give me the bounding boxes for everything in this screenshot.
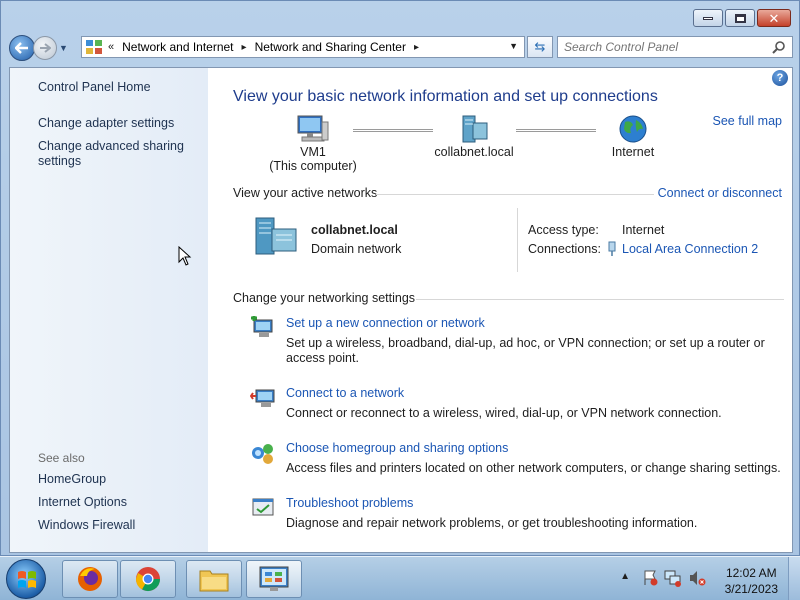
map-node-internet[interactable]: Internet — [583, 114, 683, 159]
show-hidden-icons-button[interactable]: ▲ — [620, 571, 630, 582]
troubleshoot-icon — [252, 498, 274, 516]
help-button[interactable]: ? — [772, 70, 788, 86]
sidebar-change-advanced-sharing-settings[interactable]: Change advanced sharing settings — [38, 139, 188, 169]
forward-arrow-icon — [40, 43, 51, 53]
window-controls: ✕ — [693, 9, 791, 27]
globe-icon — [619, 115, 647, 143]
clock[interactable]: 12:02 AM 3/21/2023 — [725, 565, 778, 597]
show-desktop-button[interactable] — [788, 557, 800, 600]
task-homegroup-link[interactable]: Choose homegroup and sharing options — [286, 441, 508, 455]
connections-label: Connections: — [528, 242, 601, 256]
forward-button[interactable] — [33, 36, 57, 60]
taskbar-explorer[interactable] — [186, 560, 242, 598]
maximize-icon — [734, 13, 746, 23]
task-new-connection-link[interactable]: Set up a new connection or network — [286, 316, 485, 330]
active-network-type[interactable]: Domain network — [311, 242, 401, 256]
back-button[interactable] — [9, 35, 35, 61]
task-homegroup-desc: Access files and printers located on oth… — [286, 461, 781, 475]
close-icon: ✕ — [768, 10, 780, 26]
navigation-bar: ▼ « Network and Internet ▸ Network and S… — [9, 33, 793, 63]
internet-label: Internet — [611, 145, 655, 159]
clock-date: 3/21/2023 — [724, 582, 778, 596]
maximize-button[interactable] — [725, 9, 755, 27]
breadcrumb-overflow[interactable]: « — [108, 41, 114, 53]
ethernet-connection-icon — [608, 241, 616, 256]
action-center-flag-icon[interactable] — [642, 569, 658, 587]
access-type-label: Access type: — [528, 223, 599, 237]
search-icon[interactable] — [772, 40, 786, 54]
sidebar-internet-options[interactable]: Internet Options — [38, 495, 127, 509]
task-connect-network-desc: Connect or reconnect to a wireless, wire… — [286, 406, 722, 420]
taskbar-chrome[interactable] — [120, 560, 176, 598]
taskbar-firefox[interactable] — [62, 560, 118, 598]
network-tray-icon[interactable] — [664, 569, 682, 587]
networking-settings-title: Change your networking settings — [233, 291, 416, 305]
close-button[interactable]: ✕ — [757, 9, 791, 27]
domain-network-icon — [462, 115, 488, 143]
folder-icon — [199, 570, 229, 592]
refresh-icon: ⇆ — [534, 39, 546, 54]
task-new-connection-desc: Set up a wireless, broadband, dial-up, a… — [286, 336, 765, 365]
minimize-button[interactable] — [693, 9, 723, 27]
address-dropdown-icon[interactable]: ▼ — [509, 41, 518, 51]
section-rule — [376, 194, 654, 195]
task-troubleshoot-link[interactable]: Troubleshoot problems — [286, 496, 413, 510]
control-panel-icon — [86, 40, 102, 54]
page-title: View your basic network information and … — [233, 88, 658, 105]
local-area-connection-link[interactable]: Local Area Connection 2 — [622, 242, 758, 256]
firefox-icon — [78, 567, 102, 591]
computer-sub: (This computer) — [269, 159, 357, 173]
active-networks-title: View your active networks — [233, 186, 378, 200]
breadcrumb-network-and-sharing-center[interactable]: Network and Sharing Center — [255, 40, 406, 54]
refresh-button[interactable]: ⇆ — [527, 36, 553, 58]
homegroup-icon — [252, 444, 273, 464]
task-connect-network-link[interactable]: Connect to a network — [286, 386, 404, 400]
taskbar-control-panel[interactable] — [246, 560, 302, 598]
chrome-icon — [136, 567, 160, 592]
map-node-computer[interactable]: VM1 (This computer) — [263, 114, 363, 173]
new-connection-icon — [251, 316, 273, 337]
start-button[interactable] — [6, 559, 46, 599]
connect-or-disconnect-link[interactable]: Connect or disconnect — [658, 186, 782, 200]
windows-logo-icon — [18, 571, 36, 588]
back-arrow-icon — [15, 42, 28, 54]
sidebar-homegroup[interactable]: HomeGroup — [38, 472, 106, 486]
access-type-value: Internet — [622, 223, 665, 237]
domain-network-icon — [255, 217, 297, 255]
task-sidebar: Control Panel Home Change adapter settin… — [10, 68, 208, 552]
see-also-label: See also — [38, 451, 85, 465]
vertical-divider — [517, 208, 518, 272]
sidebar-windows-firewall[interactable]: Windows Firewall — [38, 518, 135, 532]
content-area: Control Panel Home Change adapter settin… — [9, 67, 793, 553]
see-full-map-link[interactable]: See full map — [713, 114, 782, 128]
computer-name: VM1 — [300, 145, 326, 159]
minimize-icon — [703, 16, 713, 20]
search-input[interactable] — [564, 40, 764, 54]
control-panel-window: ✕ ▼ « Network and Internet ▸ Network and… — [0, 0, 800, 556]
section-rule — [416, 299, 784, 300]
breadcrumb-separator-icon[interactable]: ▸ — [414, 42, 419, 53]
taskbar: ▲ 12:02 AM 3/21/2023 — [0, 556, 800, 600]
clock-time: 12:02 AM — [725, 566, 777, 580]
recent-pages-dropdown[interactable]: ▼ — [59, 43, 68, 53]
computer-icon — [297, 115, 329, 142]
help-icon: ? — [776, 72, 784, 84]
map-node-network[interactable]: collabnet.local — [424, 114, 524, 159]
sidebar-control-panel-home[interactable]: Control Panel Home — [38, 80, 151, 94]
connect-network-icon — [250, 389, 275, 407]
address-bar[interactable]: « Network and Internet ▸ Network and Sha… — [81, 36, 525, 58]
main-panel: ? View your basic network information an… — [208, 68, 792, 552]
task-troubleshoot-desc: Diagnose and repair network problems, or… — [286, 516, 698, 530]
search-box[interactable] — [557, 36, 793, 58]
active-network-name: collabnet.local — [311, 223, 398, 237]
sidebar-change-adapter-settings[interactable]: Change adapter settings — [38, 116, 174, 130]
map-connector — [353, 129, 433, 132]
volume-muted-icon[interactable] — [688, 569, 706, 587]
breadcrumb-separator-icon[interactable]: ▸ — [242, 42, 247, 53]
mouse-cursor-icon — [178, 246, 192, 266]
control-panel-icon — [259, 566, 289, 591]
breadcrumb-network-and-internet[interactable]: Network and Internet — [122, 40, 233, 54]
network-name-map: collabnet.local — [434, 145, 514, 159]
